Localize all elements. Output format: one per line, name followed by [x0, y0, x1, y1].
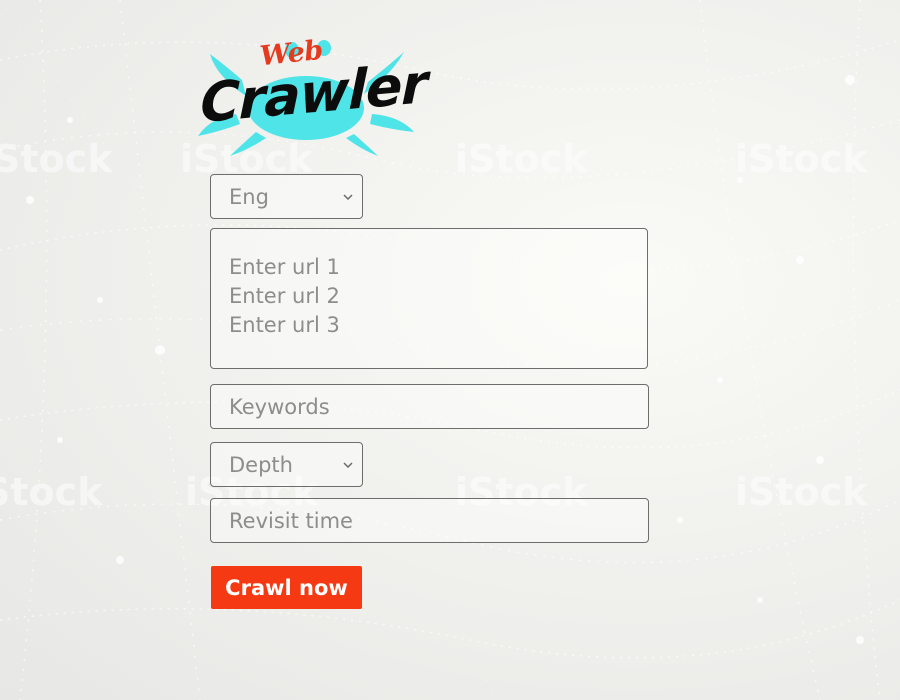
svg-text:iStock: iStock	[0, 137, 113, 181]
url-placeholder-line: Enter url 2	[229, 284, 340, 308]
depth-select-value: Depth	[229, 452, 293, 477]
svg-text:iStock: iStock	[735, 137, 868, 181]
revisit-time-input[interactable]: Revisit time	[210, 498, 649, 543]
url-textarea[interactable]: Enter url 1 Enter url 2 Enter url 3	[210, 228, 648, 369]
svg-text:iStock: iStock	[735, 470, 868, 514]
language-select-value: Eng	[229, 184, 269, 209]
keywords-placeholder: Keywords	[229, 394, 330, 419]
crawl-now-button[interactable]: Crawl now	[211, 566, 362, 609]
url-placeholder-line: Enter url 1	[229, 255, 340, 279]
keywords-input[interactable]: Keywords	[210, 384, 649, 429]
web-crawler-logo: Web Crawler	[196, 35, 427, 158]
chevron-down-icon	[334, 461, 362, 468]
svg-text:iStock: iStock	[455, 137, 588, 181]
chevron-down-icon	[334, 193, 362, 200]
url-placeholder-line: Enter url 3	[229, 313, 340, 337]
language-select[interactable]: Eng	[210, 174, 363, 219]
depth-select[interactable]: Depth	[210, 442, 363, 487]
revisit-time-placeholder: Revisit time	[229, 508, 353, 533]
svg-text:iStock: iStock	[0, 470, 103, 514]
